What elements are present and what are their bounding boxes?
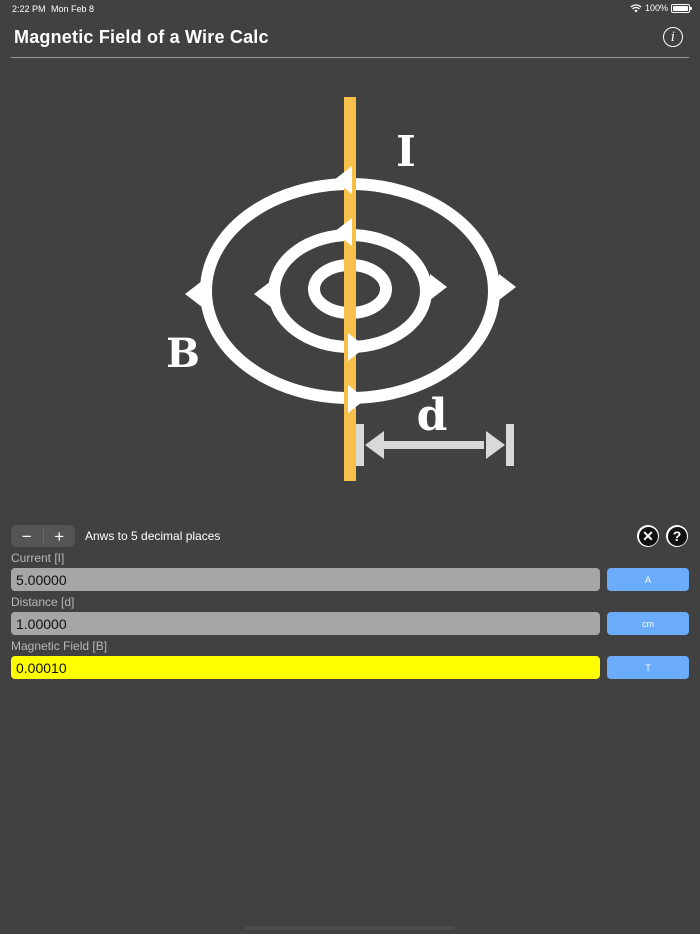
distance-label: d bbox=[417, 390, 448, 441]
decimal-places-label: Anws to 5 decimal places bbox=[85, 529, 221, 543]
field-arrow bbox=[499, 274, 516, 300]
status-date: Mon Feb 8 bbox=[51, 4, 95, 14]
help-icon: ? bbox=[667, 526, 687, 546]
decrement-decimals-button[interactable]: − bbox=[11, 525, 43, 547]
battery-percent: 100% bbox=[644, 3, 668, 13]
home-indicator bbox=[245, 926, 455, 930]
current-label: I bbox=[396, 127, 416, 176]
current-input[interactable]: 5.00000 bbox=[11, 568, 600, 591]
nav-divider bbox=[11, 57, 689, 58]
decimal-places-stepper: − + bbox=[11, 525, 75, 547]
magnetic-field-result[interactable]: 0.00010 bbox=[11, 656, 600, 679]
distance-input[interactable]: 1.00000 bbox=[11, 612, 600, 635]
status-time: 2:22 PM bbox=[12, 4, 46, 14]
field-label: B bbox=[166, 330, 200, 377]
distance-label-text: Distance [d] bbox=[11, 595, 75, 609]
distance-unit-button[interactable]: cm bbox=[607, 612, 689, 635]
page-title: Magnetic Field of a Wire Calc bbox=[14, 27, 269, 47]
magnetic-field-diagram: I B d bbox=[166, 97, 516, 481]
current-wire bbox=[344, 97, 356, 481]
info-circle-icon[interactable]: i bbox=[663, 27, 683, 47]
magnetic-field-label-text: Magnetic Field [B] bbox=[11, 639, 108, 653]
current-unit-button[interactable]: A bbox=[607, 568, 689, 591]
clear-icon: ✕ bbox=[638, 526, 658, 546]
battery-icon bbox=[671, 3, 692, 13]
field-arrow bbox=[348, 333, 366, 361]
wifi-icon bbox=[630, 3, 642, 12]
status-bar: 2:22 PM Mon Feb 8 100% bbox=[0, 0, 700, 18]
status-right: 100% bbox=[630, 3, 692, 13]
field-arrow bbox=[185, 281, 202, 307]
magnetic-field-unit-button[interactable]: T bbox=[607, 656, 689, 679]
field-arrow bbox=[254, 281, 271, 307]
increment-decimals-button[interactable]: + bbox=[44, 525, 76, 547]
clear-button[interactable]: ✕ bbox=[637, 525, 659, 547]
help-button[interactable]: ? bbox=[666, 525, 688, 547]
field-arrow bbox=[348, 385, 366, 413]
field-arrow bbox=[430, 274, 447, 300]
current-label-text: Current [I] bbox=[11, 551, 65, 565]
